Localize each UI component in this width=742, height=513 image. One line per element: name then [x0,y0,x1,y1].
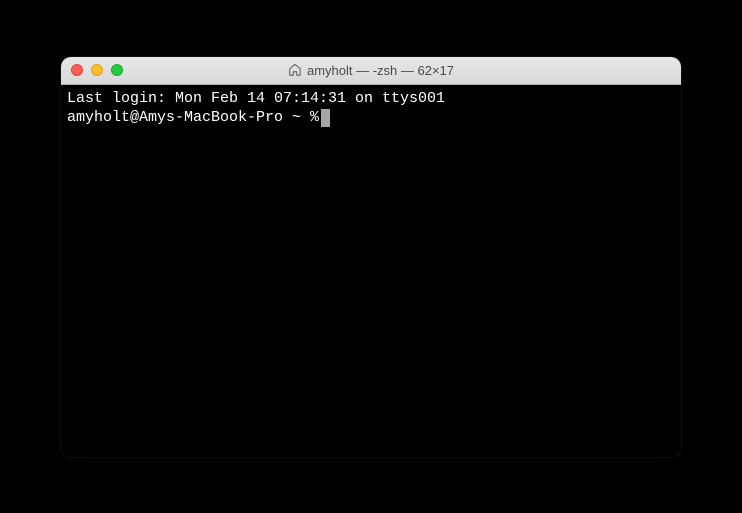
home-icon [288,63,302,77]
last-login-line: Last login: Mon Feb 14 07:14:31 on ttys0… [67,89,675,109]
terminal-body[interactable]: Last login: Mon Feb 14 07:14:31 on ttys0… [61,85,681,457]
cursor [321,109,330,127]
prompt-line: amyholt@Amys-MacBook-Pro ~ % [67,108,675,128]
zoom-button[interactable] [111,64,123,76]
close-button[interactable] [71,64,83,76]
window-titlebar: amyholt — -zsh — 62×17 [61,57,681,85]
shell-prompt: amyholt@Amys-MacBook-Pro ~ % [67,108,319,128]
window-title: amyholt — -zsh — 62×17 [307,63,454,78]
terminal-window: amyholt — -zsh — 62×17 Last login: Mon F… [61,57,681,457]
traffic-lights [61,64,123,76]
window-title-area: amyholt — -zsh — 62×17 [61,63,681,78]
minimize-button[interactable] [91,64,103,76]
